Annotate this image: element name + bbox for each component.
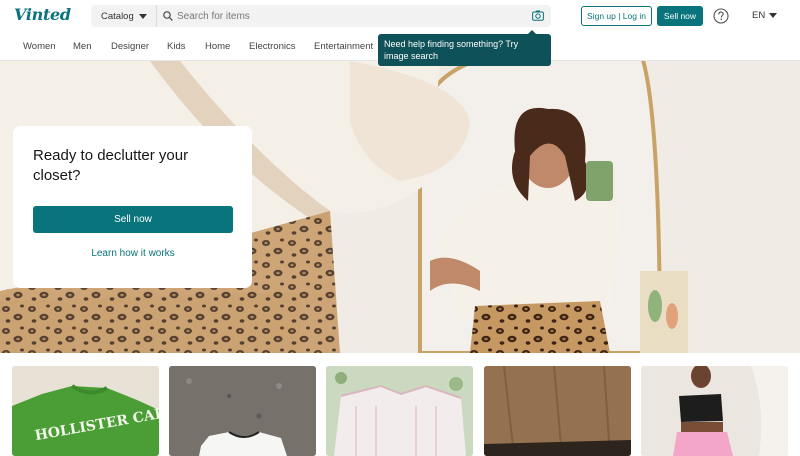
top-header: Vinted Catalog Sign up | Log in Sell now… <box>0 0 800 33</box>
product-image <box>326 366 473 456</box>
language-label: EN <box>752 10 766 21</box>
search-bar: Catalog <box>91 5 551 27</box>
help-icon[interactable] <box>713 8 729 24</box>
product-image: HOLLISTER CALIFORNIA <box>12 366 159 456</box>
chevron-down-icon <box>769 13 778 18</box>
signup-login-button[interactable]: Sign up | Log in <box>581 6 652 26</box>
chevron-down-icon <box>138 13 147 19</box>
sell-now-button[interactable]: Sell now <box>657 6 703 26</box>
nav-item-entertainment[interactable]: Entertainment <box>314 41 373 52</box>
learn-how-it-works-link[interactable]: Learn how it works <box>33 248 233 259</box>
hero-sell-now-button[interactable]: Sell now <box>33 206 233 233</box>
hero-card: Ready to declutter your closet? Sell now… <box>13 126 252 288</box>
search-input[interactable] <box>177 8 517 24</box>
catalog-dropdown[interactable]: Catalog <box>91 5 157 27</box>
search-icon <box>163 11 173 21</box>
product-image <box>641 366 788 456</box>
nav-item-kids[interactable]: Kids <box>167 41 185 52</box>
camera-icon[interactable] <box>532 10 544 21</box>
language-selector[interactable]: EN <box>752 10 778 21</box>
product-card[interactable] <box>169 366 316 456</box>
vinted-logo[interactable]: Vinted <box>14 5 71 24</box>
product-grid: HOLLISTER CALIFORNIA <box>0 353 800 456</box>
product-card[interactable] <box>484 366 631 456</box>
hero-title: Ready to declutter your closet? <box>33 147 189 184</box>
product-card[interactable] <box>641 366 788 456</box>
image-search-tooltip: Need help finding something? Try image s… <box>378 30 551 66</box>
product-card[interactable] <box>326 366 473 456</box>
nav-item-men[interactable]: Men <box>73 41 91 52</box>
hero-banner: Ready to declutter your closet? Sell now… <box>0 61 800 353</box>
product-image <box>169 366 316 456</box>
nav-item-home[interactable]: Home <box>205 41 230 52</box>
catalog-label: Catalog <box>101 10 134 22</box>
nav-item-women[interactable]: Women <box>23 41 56 52</box>
product-image <box>484 366 631 456</box>
nav-item-electronics[interactable]: Electronics <box>249 41 295 52</box>
nav-item-designer[interactable]: Designer <box>111 41 149 52</box>
product-card[interactable]: HOLLISTER CALIFORNIA <box>12 366 159 456</box>
